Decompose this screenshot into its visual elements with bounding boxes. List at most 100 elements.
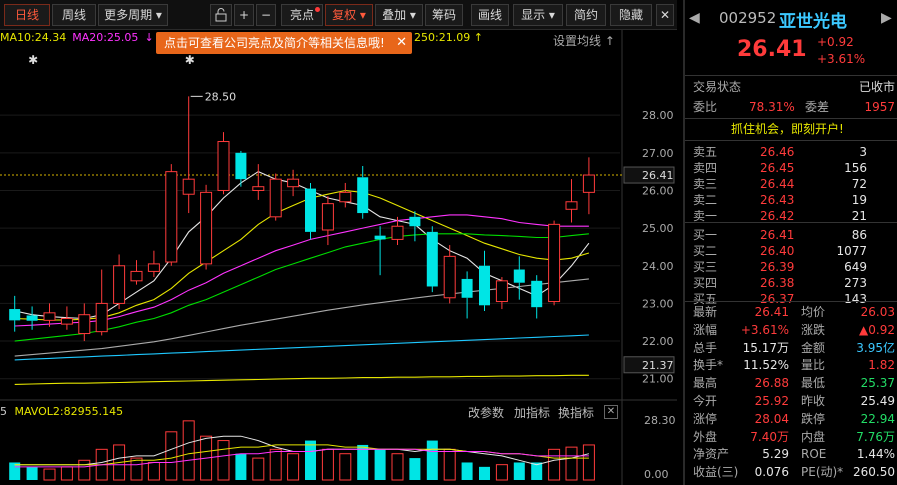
event-star-icon: ✱ bbox=[28, 53, 38, 67]
level-label: 卖四 bbox=[693, 161, 718, 175]
level-price: 26.39 bbox=[760, 260, 795, 274]
level-price: 26.41 bbox=[760, 228, 795, 242]
high-price-label: 28.50 bbox=[205, 90, 237, 103]
candle-body bbox=[565, 201, 578, 210]
level-price: 26.38 bbox=[760, 276, 795, 290]
level-volume: 86 bbox=[851, 228, 867, 242]
stat-label: 最低 bbox=[801, 376, 826, 391]
stat-value: 25.92 bbox=[754, 394, 789, 408]
price-tick-label: 25.00 bbox=[642, 222, 674, 235]
stat-row: 最高 26.88 最低 25.37 bbox=[693, 375, 897, 391]
stat-value: 7.40万 bbox=[750, 429, 789, 444]
cursor-price-label: 21.37 bbox=[642, 359, 674, 372]
open-account-link[interactable]: 抓住机会，即刻开户! bbox=[731, 121, 897, 137]
display-dropdown[interactable]: 显示 ▾ bbox=[513, 4, 563, 26]
order-book-row: 卖四 26.45 156 bbox=[693, 160, 897, 176]
candle-body bbox=[217, 141, 230, 191]
level-price: 26.46 bbox=[760, 145, 795, 159]
candle-body bbox=[165, 171, 178, 263]
zoom-in-icon[interactable]: + bbox=[234, 4, 254, 26]
chevron-down-icon: ▾ bbox=[359, 8, 366, 22]
candle-body bbox=[200, 191, 213, 265]
stat-value: 22.94 bbox=[860, 411, 895, 426]
close-icon[interactable]: ✕ bbox=[604, 405, 618, 419]
level-volume: 649 bbox=[844, 260, 867, 274]
more-periods-dropdown[interactable]: 更多周期 ▾ bbox=[98, 4, 168, 26]
candlestick bbox=[113, 254, 126, 310]
price-change: +0.92 bbox=[817, 35, 854, 49]
candle-body bbox=[426, 231, 438, 287]
stat-label: 净资产 bbox=[693, 447, 730, 462]
tab-daily[interactable]: 日线 bbox=[4, 4, 50, 26]
volume-bar bbox=[409, 458, 421, 480]
tab-weekly[interactable]: 周线 bbox=[52, 4, 96, 26]
overlay-dropdown[interactable]: 叠加 ▾ bbox=[375, 4, 423, 26]
candle-body bbox=[43, 312, 56, 321]
price-tick-label: 24.00 bbox=[642, 260, 674, 273]
chips-button[interactable]: 筹码 bbox=[425, 4, 463, 26]
hide-button[interactable]: 隐藏 bbox=[610, 4, 652, 26]
prev-stock-icon[interactable]: ◀ bbox=[689, 10, 700, 26]
candle-body bbox=[26, 315, 38, 321]
candlestick bbox=[357, 166, 369, 219]
candle-body bbox=[60, 317, 73, 325]
simple-button[interactable]: 简约 bbox=[566, 4, 606, 26]
candle-body bbox=[582, 174, 595, 193]
next-stock-icon[interactable]: ▶ bbox=[881, 10, 892, 26]
candlestick bbox=[78, 303, 91, 342]
level-volume: 3 bbox=[859, 145, 867, 159]
stat-row: 净资产 5.29 ROE 1.44% bbox=[693, 446, 897, 462]
candle-body bbox=[321, 203, 334, 231]
stat-row: 换手* 11.52% 量比 1.82 bbox=[693, 357, 897, 373]
candle-body bbox=[182, 178, 195, 195]
lock-icon[interactable] bbox=[210, 4, 232, 26]
volume-bar bbox=[305, 440, 316, 480]
ma-setting-button[interactable]: 设置均线 ↑ bbox=[553, 32, 615, 49]
volume-bar bbox=[513, 462, 525, 480]
level-volume: 156 bbox=[844, 161, 867, 175]
chevron-down-icon: ▾ bbox=[548, 8, 555, 22]
tooltip-text: 点击可查看公司亮点及简介等相关信息哦! bbox=[164, 36, 385, 50]
switch-indicator-button[interactable]: 换指标 bbox=[558, 404, 594, 421]
stat-value: 3.95亿 bbox=[856, 340, 895, 355]
highlights-tooltip[interactable]: 点击可查看公司亮点及简介等相关信息哦! ✕ bbox=[156, 32, 412, 54]
stat-label: ROE bbox=[801, 447, 827, 462]
candle-body bbox=[443, 255, 456, 299]
highlights-button[interactable]: 亮点 bbox=[281, 4, 323, 26]
order-book-row: 卖二 26.43 19 bbox=[693, 192, 897, 208]
stat-value: 11.52% bbox=[743, 358, 789, 373]
stat-label: 跌停 bbox=[801, 411, 826, 426]
candle-body bbox=[531, 280, 543, 308]
last-price: 26.41 bbox=[737, 37, 807, 62]
ma-line-ma120 bbox=[14, 334, 589, 361]
stat-label: 金额 bbox=[801, 340, 826, 355]
zoom-out-icon[interactable]: − bbox=[256, 4, 276, 26]
candlestick bbox=[269, 173, 282, 221]
stat-value: 7.76万 bbox=[856, 429, 895, 444]
close-icon[interactable]: ✕ bbox=[656, 4, 674, 26]
candlestick bbox=[26, 306, 38, 330]
candlestick bbox=[582, 157, 595, 215]
level-label: 买四 bbox=[693, 276, 718, 290]
candlestick bbox=[252, 164, 265, 200]
ma20-legend: MA20:25.05 bbox=[72, 31, 139, 44]
stat-label: 涨跌 bbox=[801, 322, 826, 337]
candlestick bbox=[200, 184, 213, 270]
candlestick bbox=[339, 182, 352, 208]
draw-button[interactable]: 画线 bbox=[471, 4, 509, 26]
level-price: 26.44 bbox=[760, 177, 795, 191]
add-indicator-button[interactable]: 加指标 bbox=[514, 404, 550, 421]
stat-label: 均价 bbox=[801, 305, 826, 319]
close-icon[interactable]: ✕ bbox=[396, 32, 407, 54]
adjust-dropdown[interactable]: 复权 ▾ bbox=[325, 4, 373, 26]
stock-code: 002952 bbox=[719, 9, 777, 27]
stat-value: 26.03 bbox=[860, 305, 895, 319]
stat-value: 5.29 bbox=[762, 447, 789, 462]
stat-row: 涨幅 +3.61% 涨跌 ▲0.92 bbox=[693, 322, 897, 338]
stat-label: 涨停 bbox=[693, 411, 718, 426]
stat-label: 外盘 bbox=[693, 429, 718, 444]
stat-value: 15.17万 bbox=[742, 340, 789, 355]
ma10-legend: MA10:24.34 bbox=[0, 31, 67, 44]
candlestick bbox=[321, 196, 334, 246]
edit-params-button[interactable]: 改参数 bbox=[468, 404, 504, 421]
